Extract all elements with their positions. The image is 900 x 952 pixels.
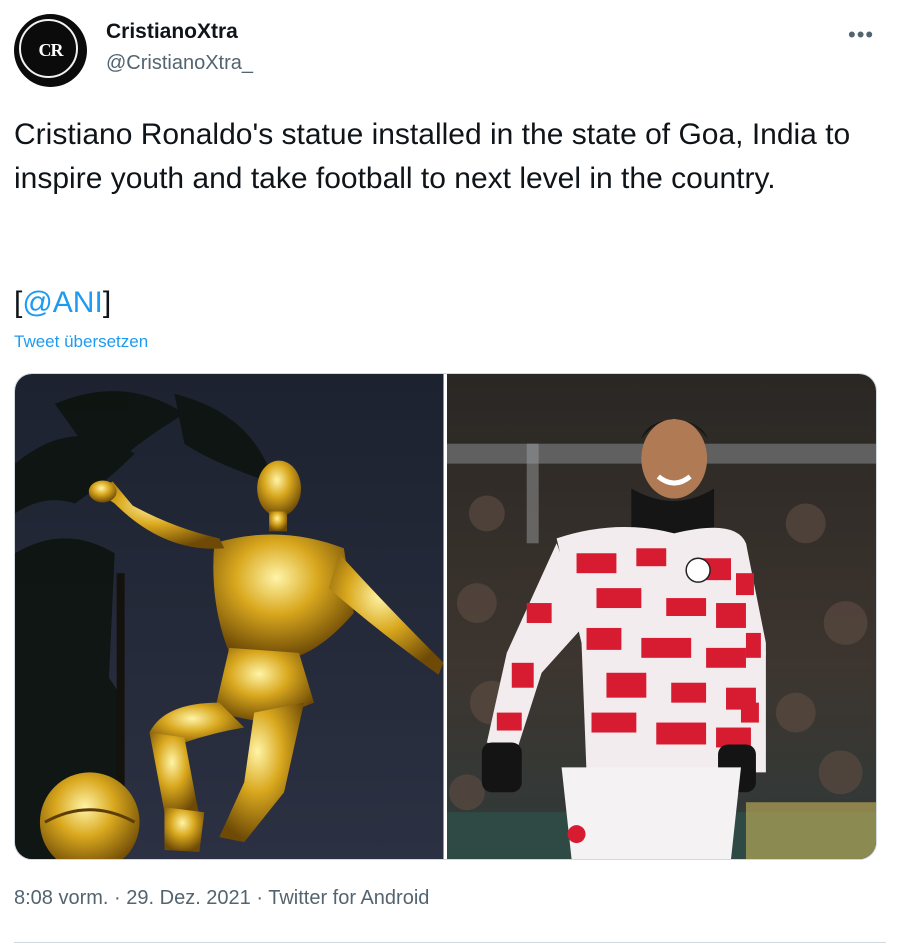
tweet-meta: 8:08 vorm. · 29. Dez. 2021 · Twitter for… (14, 887, 429, 910)
mention-link[interactable]: @ANI (22, 286, 102, 319)
meta-separator: · (250, 887, 269, 909)
tweet-media (14, 373, 877, 860)
avatar-logo-text: CR (38, 40, 64, 60)
author-display-name[interactable]: CristianoXtra (106, 20, 238, 44)
player-photo[interactable] (443, 374, 876, 859)
tweet-text: Cristiano Ronaldo's statue installed in … (14, 118, 851, 195)
statue-photo-image (15, 374, 444, 859)
mention-bracket-close: ] (102, 286, 112, 319)
tweet-source[interactable]: Twitter for Android (268, 887, 429, 909)
player-photo-image (446, 374, 876, 859)
mention-line: [@ANI] (14, 283, 111, 323)
divider (14, 942, 886, 943)
statue-photo[interactable] (15, 374, 444, 859)
meta-separator: · (108, 887, 127, 909)
translate-tweet-link[interactable]: Tweet übersetzen (14, 332, 148, 352)
author-handle[interactable]: @CristianoXtra_ (106, 52, 253, 75)
tweet-date[interactable]: 29. Dez. 2021 (126, 887, 251, 909)
avatar[interactable]: CR (14, 14, 87, 87)
more-dots-icon[interactable]: ••• (848, 22, 874, 48)
tweet-time[interactable]: 8:08 vorm. (14, 887, 108, 909)
